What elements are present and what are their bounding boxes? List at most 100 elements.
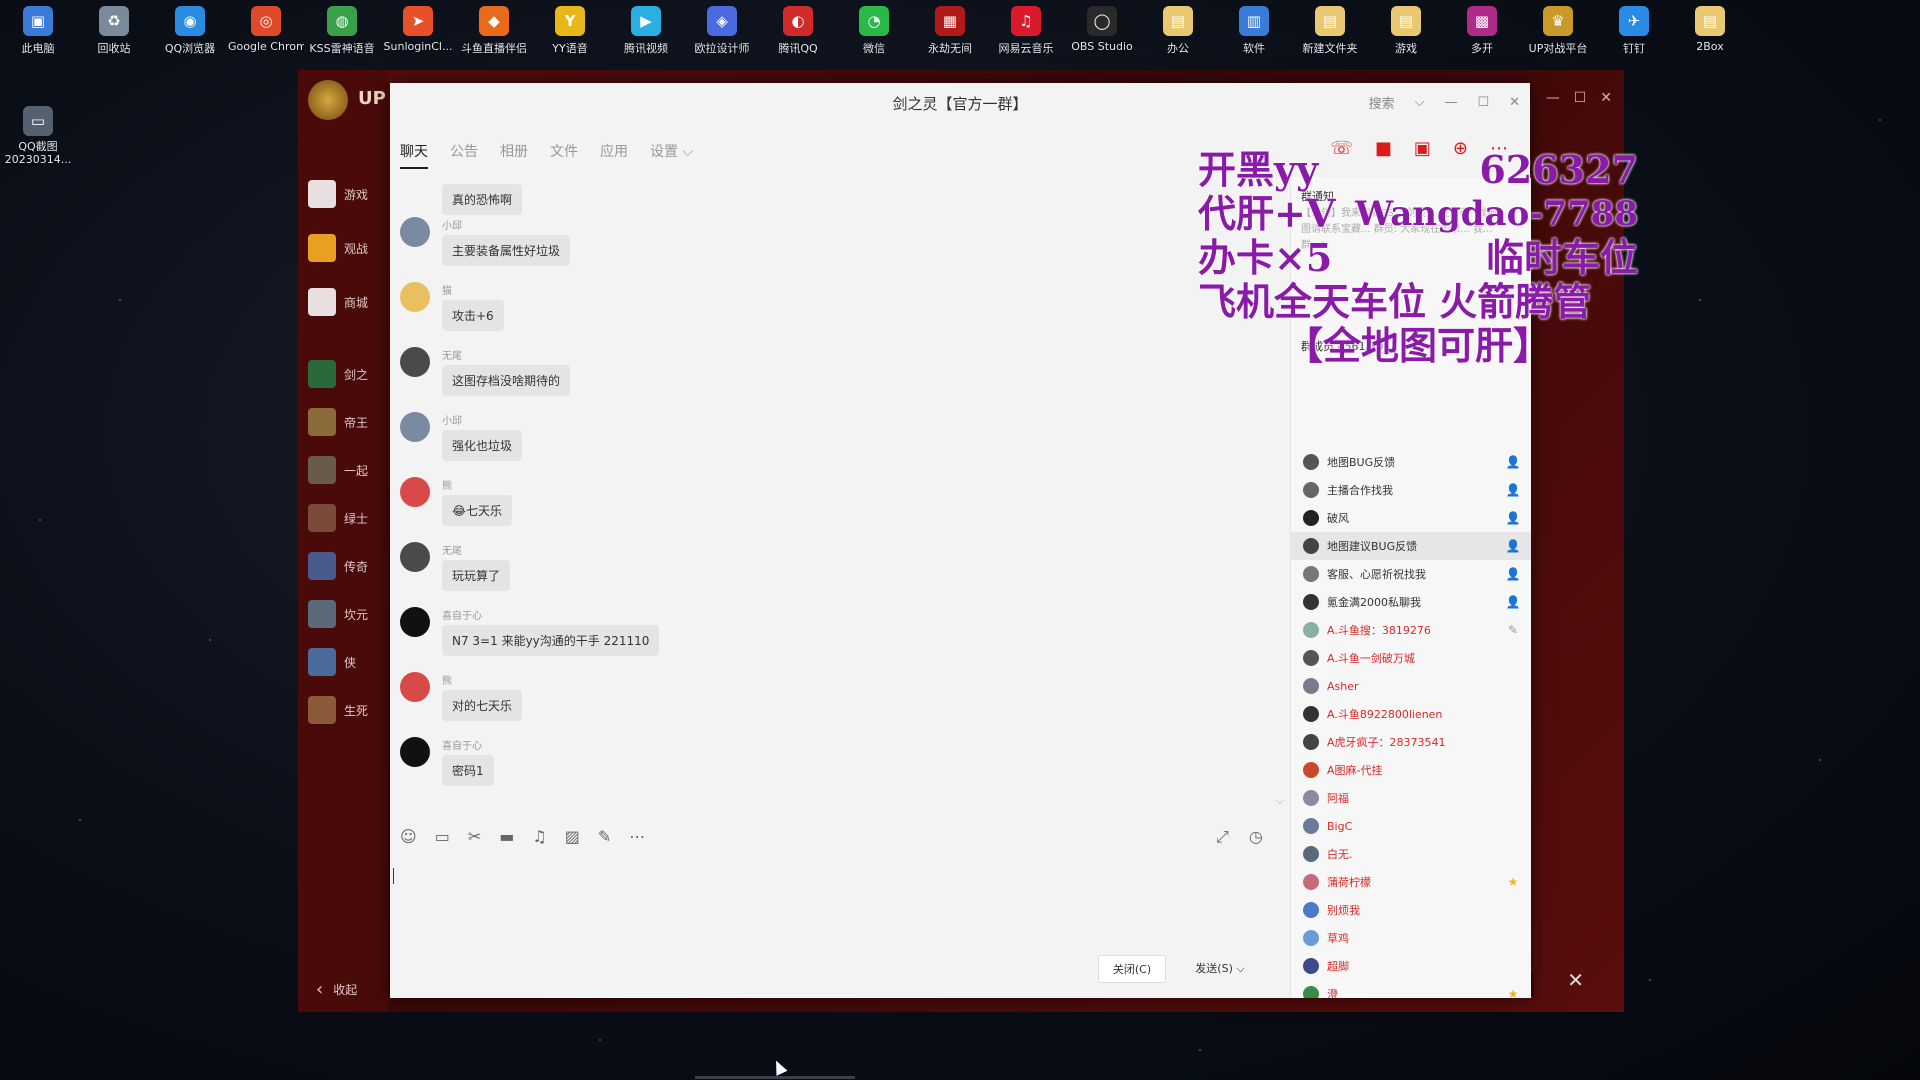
member-row[interactable]: 阿福 <box>1291 784 1531 812</box>
member-row[interactable]: A图麻-代挂 <box>1291 756 1531 784</box>
desktop-icon[interactable]: ◍ KSS雷神语音 <box>304 0 380 70</box>
message-bubble[interactable]: 对的七天乐 <box>442 690 523 721</box>
message-bubble[interactable]: 攻击+6 <box>442 300 504 331</box>
sender-name[interactable]: 喜自于心 <box>442 737 494 752</box>
avatar[interactable] <box>400 607 430 637</box>
expand-icon[interactable]: ⤢ <box>1216 827 1229 847</box>
minimize-icon[interactable]: — <box>1546 90 1560 106</box>
launcher-nav-item[interactable]: 传奇 <box>308 550 368 582</box>
desktop-icon[interactable]: ◐ 腾讯QQ <box>760 0 836 70</box>
desktop-icon[interactable]: ◔ 微信 <box>836 0 912 70</box>
maximize-icon[interactable]: ☐ <box>1477 95 1489 110</box>
desktop-icon[interactable]: ➤ SunloginCl... <box>380 0 456 70</box>
desktop-icon[interactable]: ▤ 游戏 <box>1368 0 1444 70</box>
desktop-icon[interactable]: ◎ Google Chrome <box>228 0 304 70</box>
member-row[interactable]: 客服、心愿祈祝找我 👤 <box>1291 560 1531 588</box>
avatar[interactable] <box>400 412 430 442</box>
scroll-down-icon[interactable]: ⌵ <box>1276 796 1284 807</box>
maximize-icon[interactable]: ☐ <box>1574 90 1587 106</box>
launcher-nav-item[interactable]: 帝王 <box>308 406 368 438</box>
member-row[interactable]: 氪金满2000私聊我 👤 <box>1291 588 1531 616</box>
launcher-nav-item[interactable]: 游戏 <box>308 178 368 210</box>
message-bubble[interactable]: 这图存档没啥期待的 <box>442 365 571 396</box>
close-icon[interactable]: ✕ <box>1600 90 1612 106</box>
desktop-icon[interactable]: ◯ OBS Studio <box>1064 0 1140 70</box>
avatar[interactable] <box>400 217 430 247</box>
member-row[interactable]: 地图建议BUG反馈 👤 <box>1291 532 1531 560</box>
sender-name[interactable]: 无尾 <box>442 347 570 362</box>
message-bubble[interactable]: 强化也垃圾 <box>442 430 523 461</box>
tab-5[interactable]: 设置 ⌵ <box>650 141 693 169</box>
launcher-bottom-close-icon[interactable]: ✕ <box>1567 968 1584 992</box>
launcher-nav-item[interactable]: 坎元 <box>308 598 368 630</box>
desktop-icon[interactable]: ◈ 欧拉设计师 <box>684 0 760 70</box>
avatar[interactable] <box>400 477 430 507</box>
minimize-icon[interactable]: — <box>1444 95 1457 110</box>
message-bubble[interactable]: 😂七天乐 <box>442 495 513 526</box>
desktop-icon[interactable]: ▤ 2Box <box>1672 0 1748 70</box>
tab-0[interactable]: 聊天 <box>400 141 428 169</box>
sender-name[interactable]: 喜自于心 <box>442 607 659 622</box>
chevron-down-icon[interactable]: ⌵ <box>1415 95 1425 110</box>
member-row[interactable]: 破风 👤 <box>1291 504 1531 532</box>
desktop-icon[interactable]: ♛ UP对战平台 <box>1520 0 1596 70</box>
desktop-icon[interactable]: Y YY语音 <box>532 0 608 70</box>
desktop-icon[interactable]: ▩ 多开 <box>1444 0 1520 70</box>
desktop-icon[interactable]: ▥ 软件 <box>1216 0 1292 70</box>
desktop-icon[interactable]: ♫ 网易云音乐 <box>988 0 1064 70</box>
desktop-icon[interactable]: ♻ 回收站 <box>76 0 152 70</box>
emoji-icon[interactable]: ☺ <box>400 827 417 846</box>
sender-name[interactable]: 熊 <box>442 672 522 687</box>
member-row[interactable]: A.斗鱼8922800lienen <box>1291 700 1531 728</box>
desktop-icon-qq-screenshot[interactable]: ▭ QQ截图 20230314... <box>0 100 76 166</box>
message-bubble[interactable]: 真的恐怖啊 <box>442 184 523 215</box>
search-button[interactable]: 搜索 <box>1369 93 1395 112</box>
close-button[interactable]: 关闭(C) <box>1098 955 1166 983</box>
message-bubble[interactable]: N7 3=1 来能yy沟通的干手 221110 <box>442 625 660 656</box>
message-bubble[interactable]: 密码1 <box>442 755 494 786</box>
member-row[interactable]: 别烦我 <box>1291 896 1531 924</box>
tab-2[interactable]: 相册 <box>500 141 528 169</box>
desktop-icon[interactable]: ▶ 腾讯视频 <box>608 0 684 70</box>
message-bubble[interactable]: 主要装备属性好垃圾 <box>442 235 571 266</box>
desktop-icon[interactable]: ✈ 钉钉 <box>1596 0 1672 70</box>
tab-3[interactable]: 文件 <box>550 141 578 169</box>
member-row[interactable]: 超脚 <box>1291 952 1531 980</box>
member-row[interactable]: 主播合作找我 👤 <box>1291 476 1531 504</box>
desktop-icon[interactable]: ◉ QQ浏览器 <box>152 0 228 70</box>
message-input[interactable] <box>390 858 1290 958</box>
screenshot-icon[interactable]: ✂ <box>468 827 481 846</box>
avatar[interactable] <box>400 282 430 312</box>
member-row[interactable]: 草鸡 <box>1291 924 1531 952</box>
member-row[interactable]: BigC <box>1291 812 1531 840</box>
message-list[interactable]: 真的恐怖啊 小邱 主要装备属性好垃圾猫攻击+6 无尾 这图存档没啥期待的 小邱 强化也垃圾熊… <box>390 178 1290 898</box>
launcher-nav-item[interactable]: 观战 <box>308 232 368 264</box>
member-row[interactable]: 地图BUG反馈 👤 <box>1291 448 1531 476</box>
send-button[interactable]: 发送(S) ⌵ <box>1180 955 1260 981</box>
desktop-icon[interactable]: ▤ 办公 <box>1140 0 1216 70</box>
member-row[interactable]: 澄 ★ <box>1291 980 1531 998</box>
more-icon[interactable]: ⋯ <box>629 827 645 846</box>
member-row[interactable]: 蒲荷柠檬 ★ <box>1291 868 1531 896</box>
sender-name[interactable]: 熊 <box>442 477 512 492</box>
desktop-icon[interactable]: ▣ 此电脑 <box>0 0 76 70</box>
image-icon[interactable]: ▨ <box>565 827 580 846</box>
desktop-icon[interactable]: ▤ 新建文件夹 <box>1292 0 1368 70</box>
desktop-icon[interactable]: ◆ 斗鱼直播伴侣 <box>456 0 532 70</box>
tab-1[interactable]: 公告 <box>450 141 478 169</box>
launcher-nav-item[interactable]: 商城 <box>308 286 368 318</box>
sender-name[interactable]: 无尾 <box>442 542 510 557</box>
member-row[interactable]: A.斗鱼一剑破万城 <box>1291 644 1531 672</box>
avatar[interactable] <box>400 737 430 767</box>
draw-icon[interactable]: ✎ <box>598 827 611 846</box>
member-row[interactable]: Asher <box>1291 672 1531 700</box>
launcher-nav-item[interactable]: 侠 <box>308 646 368 678</box>
folder-icon[interactable]: ▬ <box>499 827 514 846</box>
sender-name[interactable]: 小邱 <box>442 412 522 427</box>
launcher-nav-item[interactable]: 生死 <box>308 694 368 726</box>
gif-icon[interactable]: ▭ <box>435 827 450 846</box>
close-icon[interactable]: ✕ <box>1509 95 1520 110</box>
message-bubble[interactable]: 玩玩算了 <box>442 560 511 591</box>
sender-name[interactable]: 小邱 <box>442 217 570 232</box>
member-row[interactable]: A.斗鱼搜：3819276 ✎ <box>1291 616 1531 644</box>
